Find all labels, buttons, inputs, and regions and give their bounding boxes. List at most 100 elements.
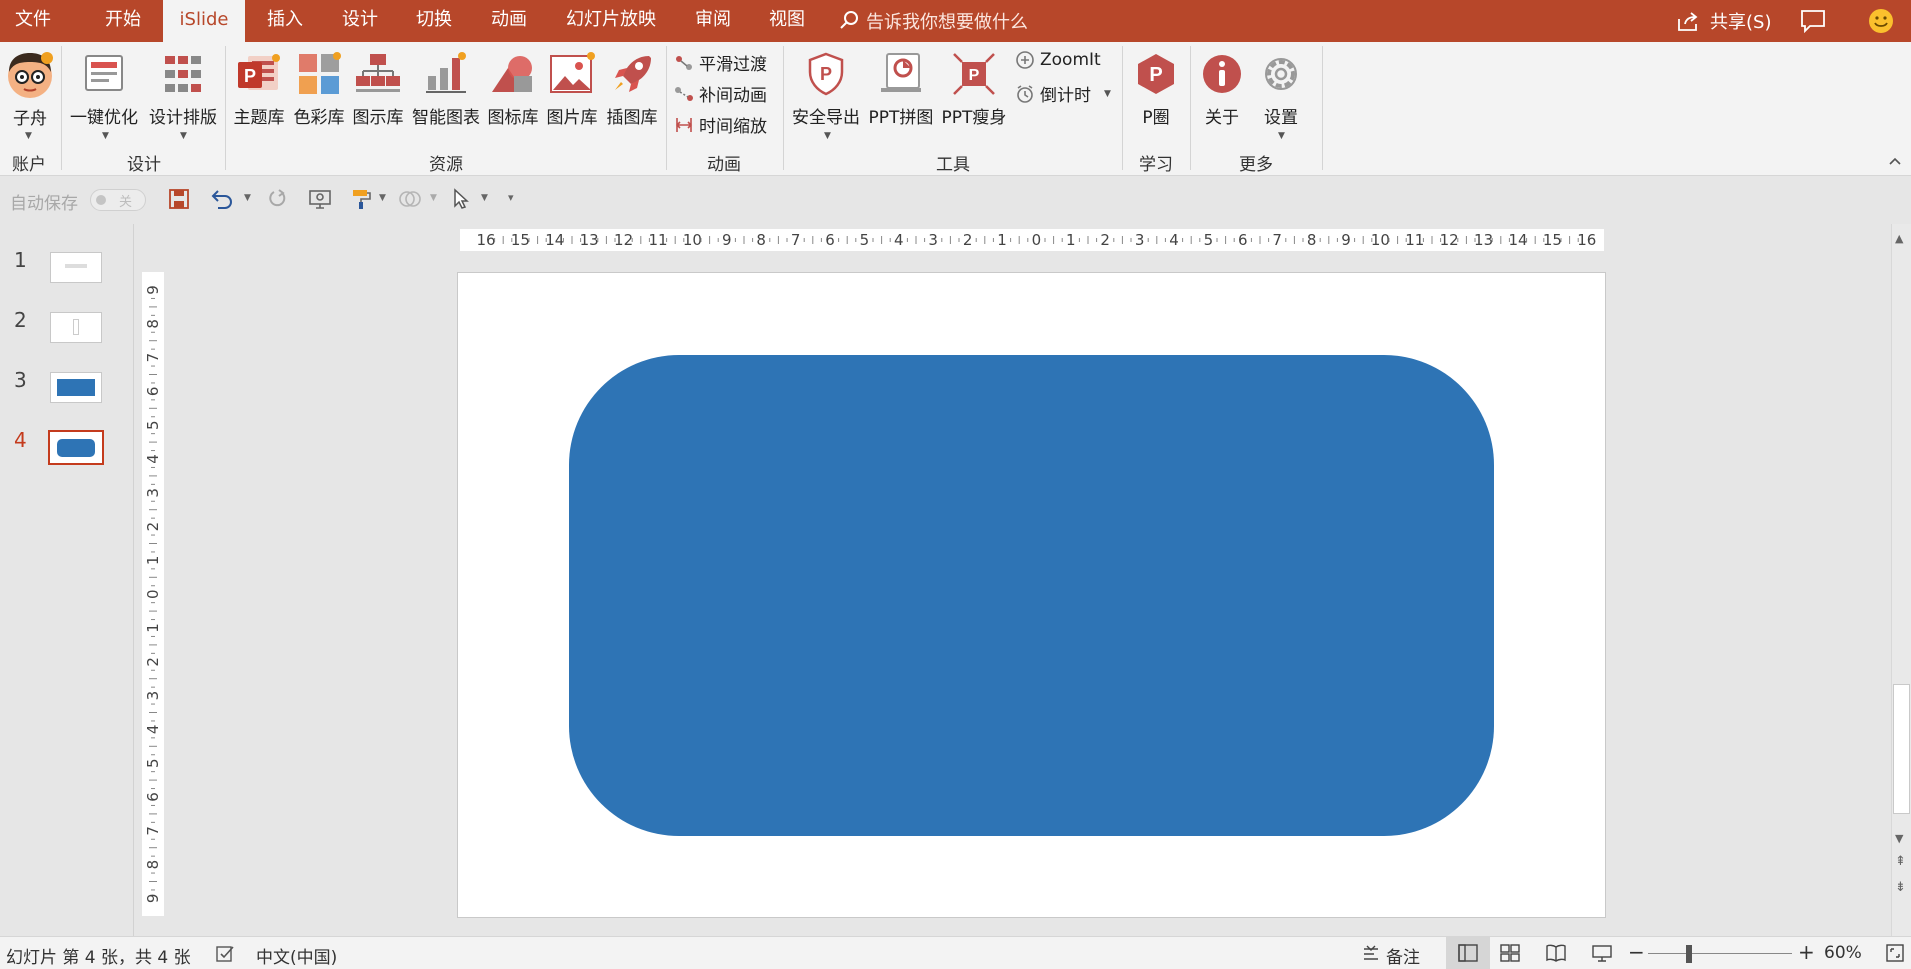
rounded-rectangle-shape[interactable] <box>569 355 1494 836</box>
undo-icon[interactable] <box>210 188 234 210</box>
scroll-down-icon[interactable]: ▼ <box>1895 832 1903 845</box>
comment-icon[interactable] <box>1800 9 1826 33</box>
ruler-tick-label: 2 <box>1100 231 1110 249</box>
smooth-transition-button[interactable]: 平滑过渡 <box>674 50 767 75</box>
format-painter-icon[interactable] <box>350 188 372 210</box>
settings-button[interactable]: 设置 <box>1254 48 1308 138</box>
about-button[interactable]: 关于 <box>1196 48 1248 138</box>
language-indicator[interactable]: 中文(中国) <box>256 943 337 968</box>
ppt-slim-button[interactable]: P PPT瘦身 <box>938 48 1010 138</box>
tab-animations[interactable]: 动画 <box>479 0 539 42</box>
bar-chart-icon <box>426 52 466 93</box>
smart-chart-button[interactable]: 智能图表 <box>408 48 484 138</box>
ruler-tick-label: 0 <box>144 589 162 599</box>
select-pointer-icon[interactable] <box>452 188 470 210</box>
presentation-icon[interactable] <box>308 188 332 210</box>
theme-library-button[interactable]: P 主题库 <box>230 48 288 138</box>
slide-thumbnail-2[interactable] <box>50 312 102 343</box>
design-layout-button[interactable]: 设计排版 <box>146 48 220 138</box>
ruler-tick-label: 0 <box>1032 231 1042 249</box>
one-click-optimize-button[interactable]: 一键优化 <box>66 48 142 138</box>
chevron-down-icon[interactable]: ▼ <box>244 193 251 203</box>
countdown-button[interactable]: 倒计时 ▼ <box>1015 81 1111 106</box>
zoom-out-button[interactable]: − <box>1628 940 1645 964</box>
zoomit-button[interactable]: ZoomIt <box>1015 50 1101 70</box>
shapes-merge-icon[interactable] <box>398 188 422 210</box>
picture-library-button[interactable]: 图片库 <box>543 48 601 138</box>
tab-review[interactable]: 审阅 <box>683 0 743 42</box>
illustration-library-button[interactable]: 插图库 <box>602 48 662 138</box>
ruler-tick-label: 9 <box>1341 231 1351 249</box>
account-button[interactable]: 子舟 <box>4 48 56 138</box>
smiley-icon[interactable] <box>1868 8 1894 34</box>
ruler-tick-label: 16 <box>1577 231 1596 249</box>
icon-library-button[interactable]: 图标库 <box>484 48 542 138</box>
reading-view-icon[interactable] <box>1546 944 1566 962</box>
chevron-down-icon[interactable]: ▼ <box>102 131 109 141</box>
ppt-collage-button[interactable]: PPT拼图 <box>866 48 936 138</box>
chevron-down-icon[interactable]: ▼ <box>824 131 831 141</box>
customize-qat-icon[interactable]: ▾ <box>508 191 514 204</box>
previous-slide-icon[interactable]: ⇞ <box>1895 854 1906 869</box>
slide-sorter-icon[interactable] <box>1500 944 1520 962</box>
tab-slideshow[interactable]: 幻灯片放映 <box>554 0 668 42</box>
redo-icon[interactable] <box>266 188 288 210</box>
tab-file[interactable]: 文件 <box>0 0 66 42</box>
toggle-knob <box>96 195 106 205</box>
autosave-toggle[interactable]: 关 <box>90 189 146 211</box>
zoom-level[interactable]: 60% <box>1824 943 1862 963</box>
next-slide-icon[interactable]: ⇟ <box>1895 880 1906 895</box>
tab-islide[interactable]: iSlide <box>163 0 245 42</box>
smooth-transition-label: 平滑过渡 <box>699 55 767 75</box>
spell-check-icon[interactable] <box>216 945 236 963</box>
ruler-tick-label: 9 <box>144 894 162 904</box>
slide-thumbnail-3[interactable] <box>50 372 102 403</box>
chevron-down-icon[interactable]: ▼ <box>25 131 32 141</box>
icon-library-label: 图标库 <box>487 108 539 128</box>
p-circle-button[interactable]: P P圈 <box>1128 48 1184 138</box>
color-library-button[interactable]: 色彩库 <box>290 48 348 138</box>
slide-thumbnail-1[interactable] <box>50 252 102 283</box>
scroll-up-icon[interactable]: ▲ <box>1895 232 1903 245</box>
picture-library-label: 图片库 <box>546 108 598 128</box>
chevron-down-icon[interactable]: ▼ <box>481 193 488 203</box>
tab-design[interactable]: 设计 <box>330 0 390 42</box>
tween-animation-button[interactable]: 补间动画 <box>674 81 767 106</box>
ruler-tick-label: 1 <box>1066 231 1076 249</box>
chevron-down-icon[interactable]: ▼ <box>1104 89 1111 99</box>
about-label: 关于 <box>1205 108 1239 128</box>
secure-export-label: 安全导出 <box>792 108 860 128</box>
save-icon[interactable] <box>168 188 190 210</box>
time-scale-button[interactable]: 时间缩放 <box>674 112 767 137</box>
zoom-slider-thumb[interactable] <box>1686 945 1692 963</box>
diagram-library-button[interactable]: 图示库 <box>349 48 407 138</box>
chevron-down-icon[interactable]: ▼ <box>1278 131 1285 141</box>
scrollbar-thumb[interactable] <box>1893 684 1910 814</box>
tab-view[interactable]: 视图 <box>757 0 817 42</box>
share-button[interactable]: 共享(S) <box>1676 0 1771 42</box>
slideshow-view-icon[interactable] <box>1592 944 1612 962</box>
org-chart-icon <box>356 54 400 92</box>
ruler-tick-label: 2 <box>144 522 162 532</box>
chevron-down-icon[interactable]: ▼ <box>379 193 386 203</box>
ruler-tick-label: 6 <box>144 387 162 397</box>
ruler-tick-label: 15 <box>511 231 530 249</box>
chevron-down-icon[interactable]: ▼ <box>180 131 187 141</box>
vertical-scrollbar[interactable]: ▲ ▼ ⇞ ⇟ <box>1891 224 1911 936</box>
ruler-tick-label: 11 <box>648 231 667 249</box>
tab-insert[interactable]: 插入 <box>255 0 315 42</box>
collapse-ribbon-icon[interactable] <box>1888 156 1902 166</box>
tab-transitions[interactable]: 切换 <box>404 0 464 42</box>
normal-view-button[interactable] <box>1446 937 1490 969</box>
zoomit-label: ZoomIt <box>1040 50 1101 70</box>
chevron-down-icon[interactable]: ▼ <box>430 193 437 203</box>
secure-export-button[interactable]: P 安全导出 <box>788 48 864 138</box>
zoom-slider[interactable] <box>1648 953 1792 954</box>
zoom-in-button[interactable]: + <box>1798 940 1815 964</box>
fit-to-window-icon[interactable] <box>1886 944 1904 962</box>
notes-button[interactable]: 备注 <box>1386 943 1420 968</box>
group-resources-label: 资源 <box>429 155 463 175</box>
tell-me-search[interactable]: 告诉我你想要做什么 <box>838 0 1028 42</box>
slide-thumbnail-4[interactable] <box>48 430 104 465</box>
tab-home[interactable]: 开始 <box>88 0 158 42</box>
